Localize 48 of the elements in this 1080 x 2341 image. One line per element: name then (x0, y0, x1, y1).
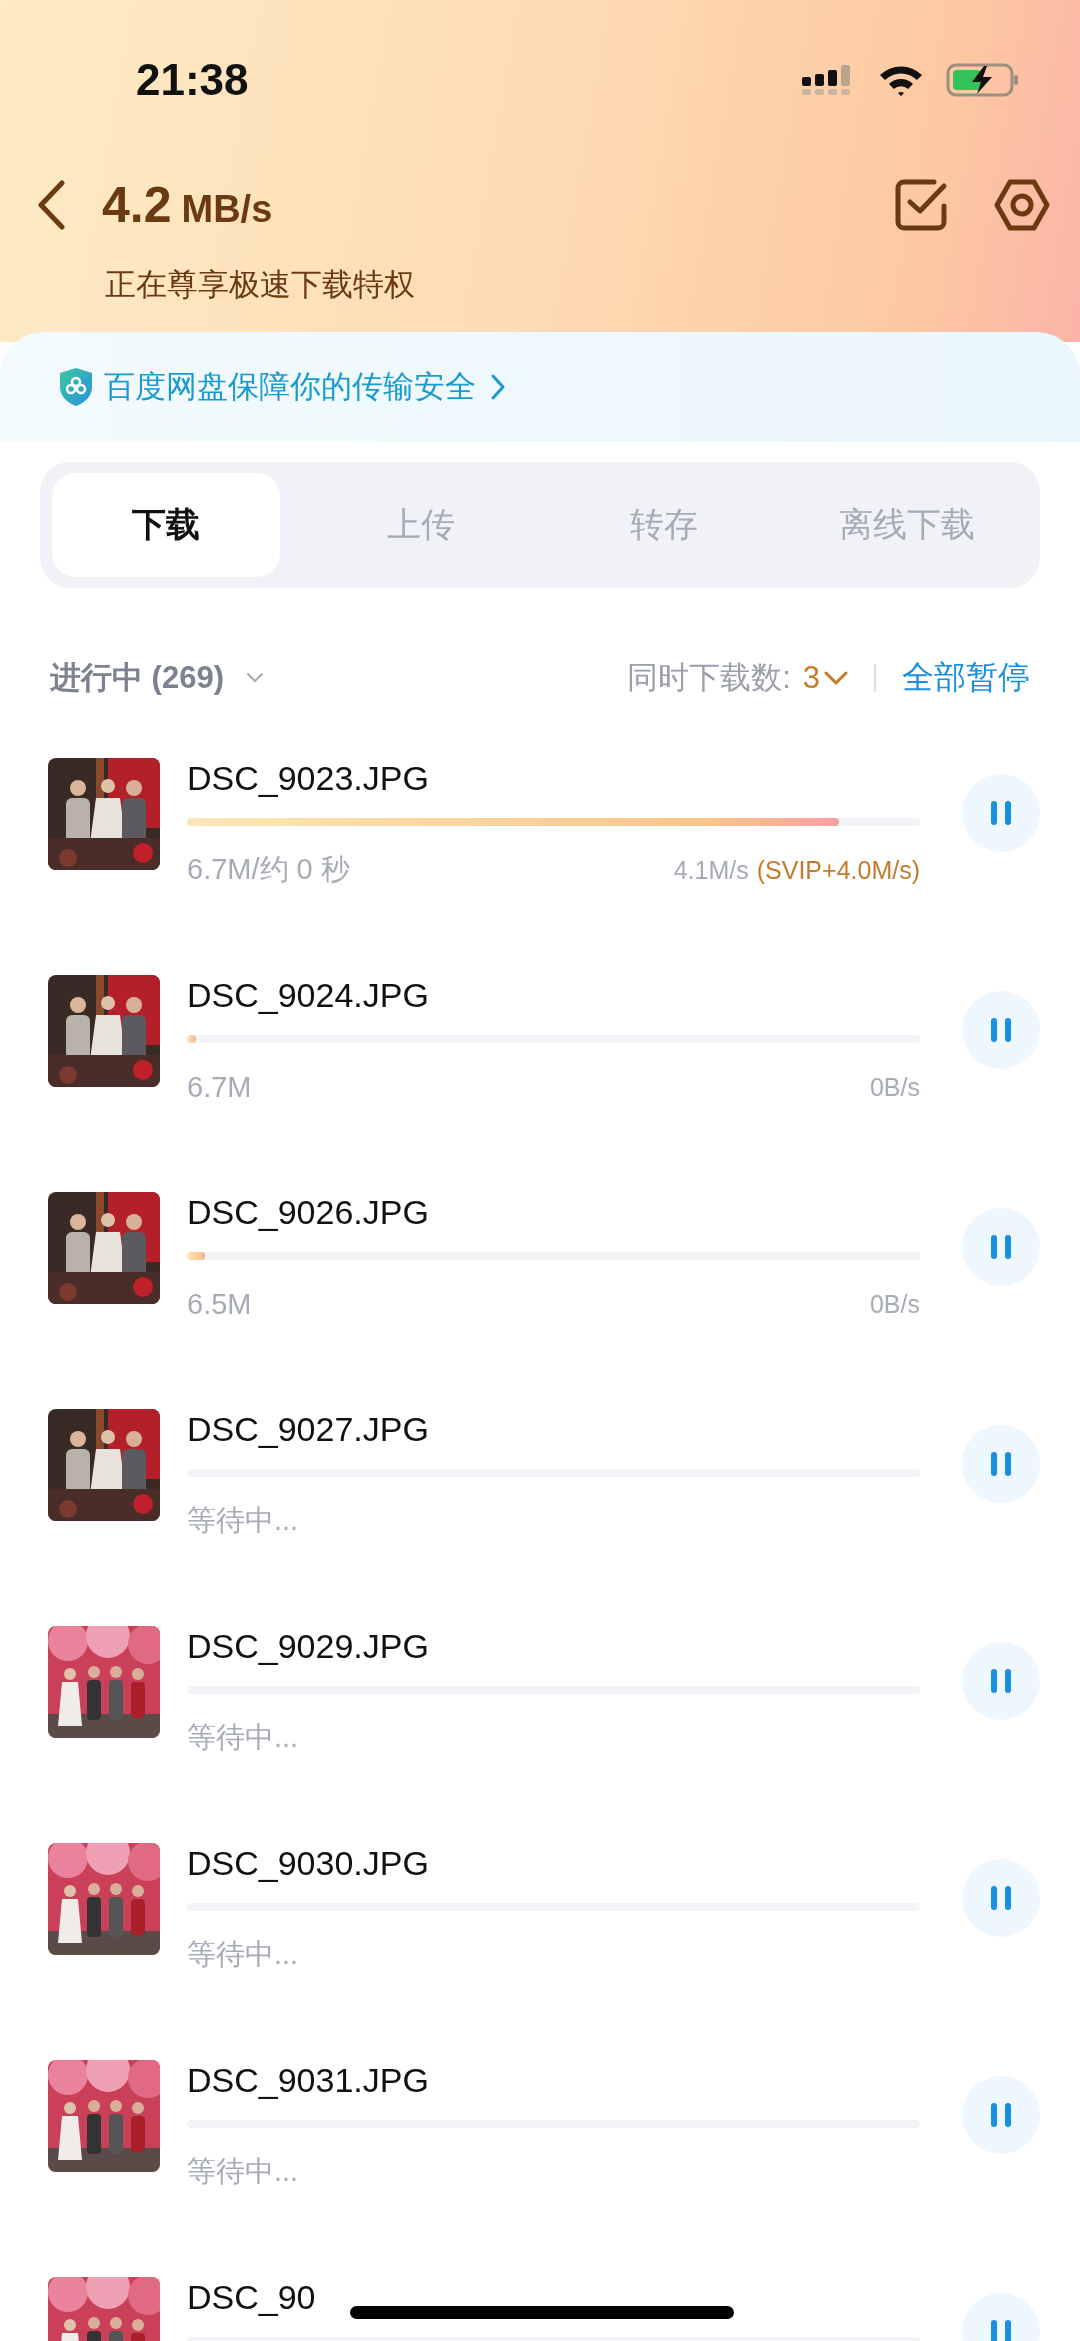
pause-icon (990, 1451, 1012, 1477)
pause-icon (990, 800, 1012, 826)
file-name: DSC_9023.JPG (187, 758, 429, 798)
concurrent-label: 同时下载数: (627, 659, 791, 697)
concurrent-dropdown[interactable]: 3 (802, 660, 848, 696)
file-status: 等待中... (187, 1503, 299, 1538)
back-icon[interactable] (36, 180, 66, 230)
file-status: 6.5M (187, 1287, 252, 1321)
file-name: DSC_9026.JPG (187, 1192, 429, 1232)
pause-icon (990, 2319, 1012, 2341)
pause-icon (990, 2102, 1012, 2128)
tab[interactable]: 下载 (52, 473, 280, 577)
file-status: 6.7M/约 0 秒 (187, 852, 350, 887)
status-time: 21:38 (136, 55, 249, 105)
privilege-text: 正在尊享极速下载特权 (105, 266, 416, 304)
file-status: 等待中... (187, 2154, 299, 2189)
svip-bonus-speed: (SVIP+4.0M/s) (756, 855, 920, 885)
security-banner[interactable]: 百度网盘保障你的传输安全 (0, 332, 1080, 442)
shield-icon (58, 367, 94, 407)
file-status: 6.7M (187, 1070, 252, 1104)
file-status: 等待中... (187, 1720, 299, 1755)
transfer-speed: 0B/s (869, 1289, 920, 1319)
chevron-down-icon (246, 672, 264, 684)
file-name: DSC_9029.JPG (187, 1626, 429, 1666)
file-name: DSC_9031.JPG (187, 2060, 429, 2100)
file-name: DSC_9030.JPG (187, 1843, 429, 1883)
pause-icon (990, 1668, 1012, 1694)
file-name: DSC_90 (187, 2277, 316, 2317)
pause-icon (990, 1885, 1012, 1911)
pause-icon (990, 1234, 1012, 1260)
pause-icon (990, 1017, 1012, 1043)
file-status: 等待中... (187, 1937, 299, 1972)
checkbox-icon[interactable] (894, 178, 950, 232)
chevron-down-icon (824, 671, 848, 685)
pause-all-link[interactable]: 全部暂停 (902, 656, 1030, 700)
tab[interactable]: 转存 (542, 473, 786, 577)
download-speed: 4.2 MB/s (102, 176, 273, 234)
tab[interactable]: 离线下载 (785, 473, 1028, 577)
file-name: DSC_9024.JPG (187, 975, 429, 1015)
battery-icon (946, 62, 1020, 98)
settings-icon[interactable] (994, 178, 1050, 232)
transfer-speed: 0B/s (869, 1072, 920, 1102)
status-filter[interactable]: 进行中 (269) (50, 657, 264, 699)
wifi-icon (878, 64, 924, 96)
tab[interactable]: 上传 (300, 473, 543, 577)
transfer-speed: 4.1M/s (673, 855, 749, 885)
file-name: DSC_9027.JPG (187, 1409, 429, 1449)
chevron-right-icon (490, 373, 506, 401)
